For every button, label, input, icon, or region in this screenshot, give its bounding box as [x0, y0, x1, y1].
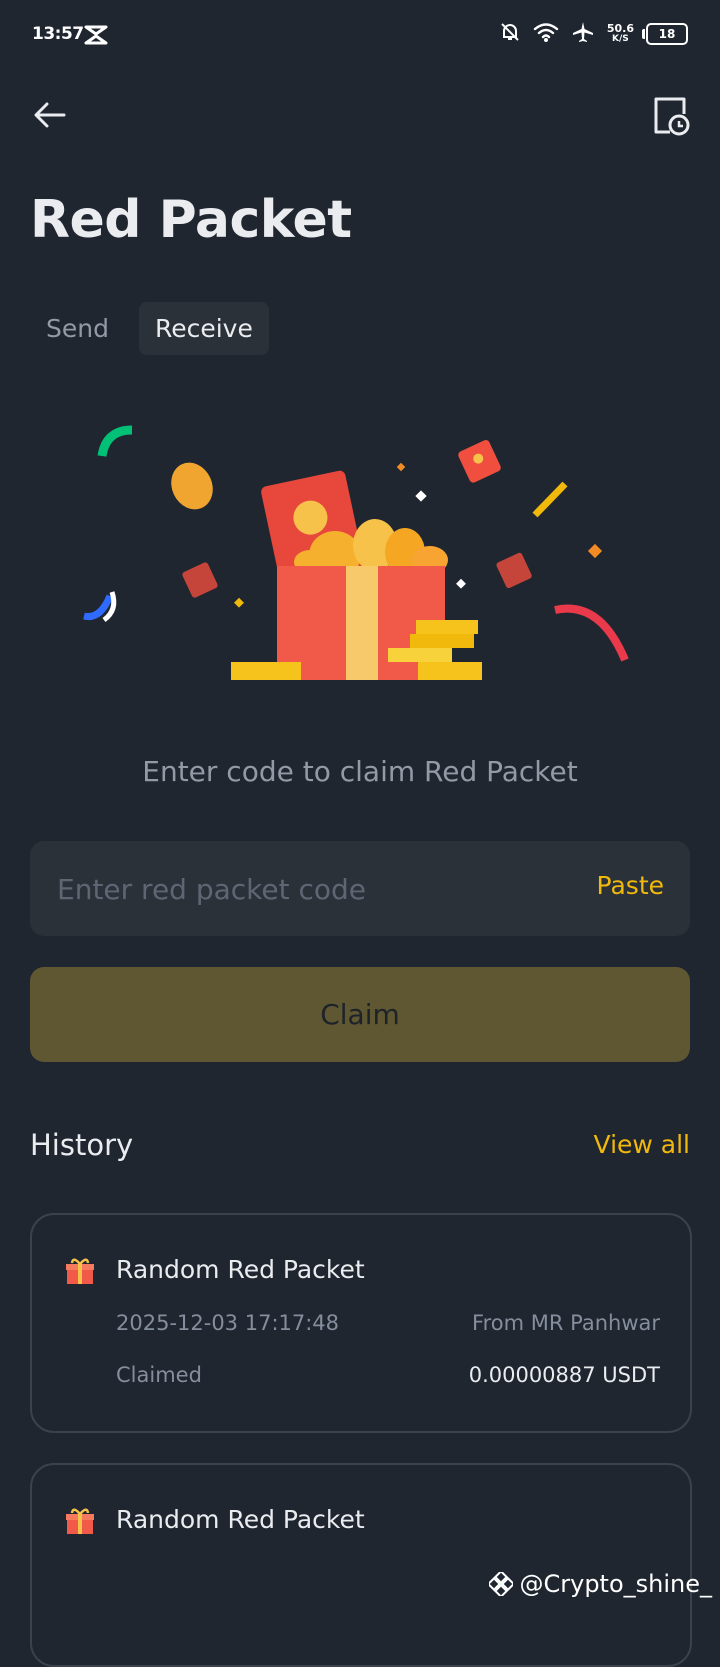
gift-icon — [66, 1508, 94, 1534]
speed-unit: K/S — [612, 34, 629, 44]
coin-stack — [410, 634, 474, 648]
confetti-blue — [83, 594, 114, 621]
watermark-text: @Crypto_shine_ — [519, 1570, 712, 1598]
sparkle — [587, 543, 603, 559]
coin-stack — [388, 648, 452, 662]
status-icons: 50.6 K/S 18 — [499, 20, 688, 48]
sparkle — [415, 490, 427, 502]
document-clock-icon — [654, 97, 690, 136]
confetti-red — [554, 604, 629, 662]
confetti-yellow — [532, 481, 568, 518]
mini-envelope — [458, 440, 501, 483]
mute-bell-icon — [499, 21, 521, 47]
gift-icon — [66, 1258, 94, 1284]
red-packet-code-input[interactable] — [55, 841, 539, 938]
history-item-status: Claimed — [116, 1363, 202, 1387]
arrow-left-icon — [34, 102, 66, 128]
battery-level: 18 — [658, 27, 676, 41]
speed-value: 50.6 — [606, 22, 634, 35]
view-all-link[interactable]: View all — [594, 1130, 690, 1159]
airplane-icon — [571, 20, 595, 48]
tab-send[interactable]: Send — [30, 302, 125, 355]
claim-instruction: Enter code to claim Red Packet — [142, 755, 578, 788]
history-item-sender: From MR Panhwar — [472, 1311, 660, 1335]
watermark: @Crypto_shine_ — [489, 1570, 712, 1598]
back-button[interactable] — [30, 95, 70, 135]
history-item-meta-row: 2025-12-03 17:17:48 From MR Panhwar — [116, 1311, 660, 1335]
tab-bar: Send Receive — [30, 302, 269, 355]
sparkle — [456, 578, 466, 589]
capcut-app-icon — [84, 24, 108, 50]
history-item[interactable]: Random Red Packet 2025-12-03 17:17:48 Fr… — [30, 1213, 692, 1433]
network-speed: 50.6 K/S — [607, 23, 634, 45]
history-item-title: Random Red Packet — [116, 1505, 365, 1534]
history-item[interactable]: Random Red Packet — [30, 1463, 692, 1667]
mini-envelope — [182, 562, 218, 598]
wifi-icon — [533, 21, 559, 47]
coin — [171, 462, 213, 510]
red-packet-illustration — [83, 425, 629, 680]
confetti-green — [97, 425, 133, 457]
paste-button[interactable]: Paste — [597, 871, 664, 900]
binance-logo-icon — [489, 1572, 514, 1596]
code-input-box: Paste — [30, 841, 690, 938]
coin-stack — [418, 662, 482, 680]
history-item-title: Random Red Packet — [116, 1255, 365, 1284]
claim-button[interactable]: Claim — [30, 967, 690, 1062]
page-title: Red Packet — [30, 190, 352, 250]
status-time: 13:57 — [32, 24, 84, 44]
sparkle — [396, 462, 406, 472]
history-title: History — [30, 1128, 134, 1162]
battery-indicator: 18 — [642, 23, 688, 45]
history-item-amount: 0.00000887 USDT — [468, 1363, 660, 1387]
sparkle — [234, 597, 244, 608]
mini-envelope — [496, 552, 532, 589]
history-item-status-row: Claimed 0.00000887 USDT — [116, 1363, 660, 1387]
tab-receive[interactable]: Receive — [138, 302, 269, 355]
coin-stack — [231, 662, 301, 680]
history-item-datetime: 2025-12-03 17:17:48 — [116, 1311, 340, 1335]
coin-stack — [416, 620, 478, 634]
gift-ribbon — [346, 566, 378, 680]
history-records-button[interactable] — [652, 96, 690, 136]
